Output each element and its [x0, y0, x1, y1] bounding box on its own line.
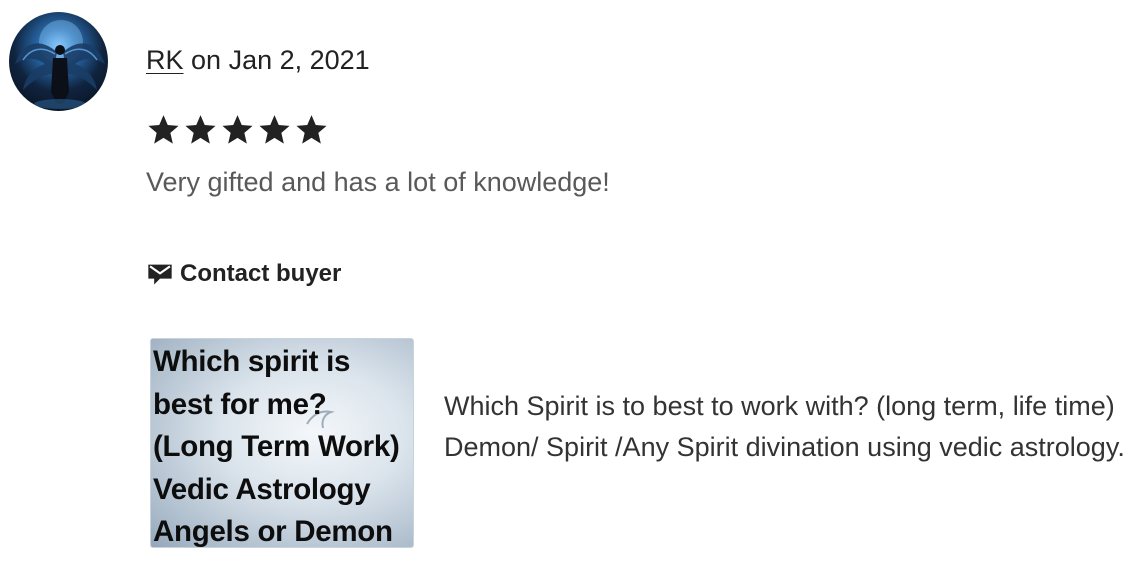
thumbnail-line: (Long Term Work): [153, 430, 400, 463]
reviewer-avatar[interactable]: [9, 12, 108, 111]
review-date: on Jan 2, 2021: [191, 45, 370, 75]
contact-buyer-label: Contact buyer: [180, 260, 342, 287]
listing-title-link[interactable]: Which Spirit is to best to work with? (l…: [444, 386, 1134, 468]
star-icon: [222, 115, 253, 144]
thumbnail-line: Which spirit is: [153, 345, 351, 378]
star-icon: [185, 115, 216, 144]
envelope-icon: [148, 264, 172, 285]
star-rating: [146, 110, 329, 150]
review-text: Very gifted and has a lot of knowledge!: [146, 167, 610, 197]
thumbnail-text: Which spirit is best for me? (Long Term …: [153, 341, 413, 548]
contact-buyer-button[interactable]: Contact buyer: [146, 258, 341, 290]
star-icon: [296, 115, 327, 144]
thumbnail-line: Vedic Astrology: [153, 472, 371, 506]
star-icon: [259, 115, 290, 144]
listing-thumbnail[interactable]: Which spirit is best for me? (Long Term …: [150, 338, 414, 548]
winged-figure-icon: [15, 20, 105, 109]
reviewer-name-link[interactable]: RK: [146, 45, 184, 75]
star-icon: [148, 115, 179, 144]
thumbnail-line: Angels or Demon: [153, 515, 393, 548]
thumbnail-line: best for me?: [153, 387, 327, 421]
reviewer-line: RK on Jan 2, 2021: [146, 43, 370, 77]
review-card: RK on Jan 2, 2021 Very gifted and has a …: [0, 0, 1137, 563]
